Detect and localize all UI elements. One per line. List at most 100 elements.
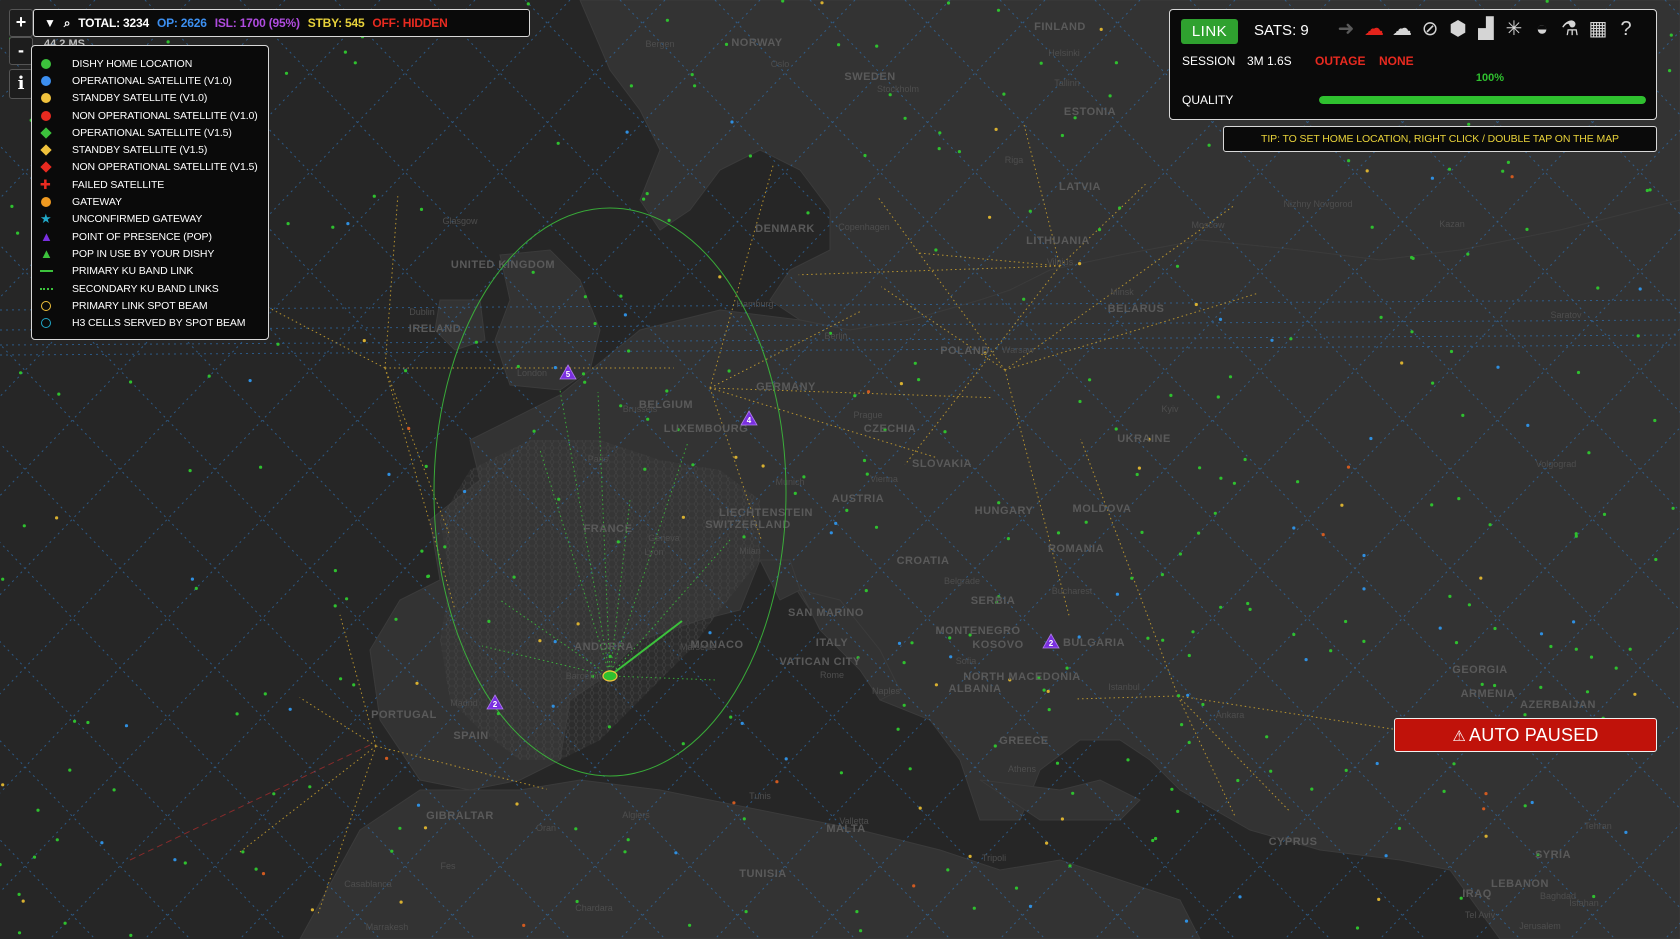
satellite-dot xyxy=(793,491,797,495)
satellite-dot xyxy=(310,908,314,912)
satellite-dot xyxy=(1238,895,1242,899)
satellite-dot xyxy=(407,426,411,431)
city-label: Volgograd xyxy=(1536,459,1577,469)
satellite-dot xyxy=(1219,476,1223,480)
satellite-dot xyxy=(619,294,623,298)
search-icon[interactable]: ⌕ xyxy=(64,16,71,31)
satellite-dot xyxy=(1430,503,1434,507)
grid-icon[interactable]: ▦ xyxy=(1586,16,1610,42)
satellite-dot xyxy=(1,783,5,787)
satellite-dot xyxy=(1449,349,1454,354)
city-label: Kyiv xyxy=(1161,404,1179,414)
satellite-dot xyxy=(1482,807,1486,811)
dotted-line-legend-icon xyxy=(40,283,54,295)
flask-icon[interactable]: ⚗ xyxy=(1558,16,1582,42)
country-label: HUNGARY xyxy=(975,505,1034,517)
satellite-dot xyxy=(616,540,620,544)
satellite-dot xyxy=(1045,841,1049,845)
isl-count[interactable]: ISL: 1700 (95%) xyxy=(215,16,300,30)
satellite-dot xyxy=(415,681,419,685)
country-label: MOLDOVA xyxy=(1073,503,1132,515)
status-panel: LINK SATS: 9 ➜ ☁ ☁ ⊘ ⬢ ▟ ✳ ◒ ⚗ ▦? SESSION 3M 1.6S… xyxy=(1169,9,1657,120)
quality-label: QUALITY xyxy=(1182,93,1234,107)
satellite-dot xyxy=(1028,209,1032,213)
country-label: ARMENIA xyxy=(1461,688,1516,700)
country-label: SYRIA xyxy=(1535,849,1571,861)
satellite-dot xyxy=(1115,592,1119,596)
satellite-dot xyxy=(390,849,394,853)
satellite-dot xyxy=(532,429,536,433)
gauge-icon[interactable]: ◒ xyxy=(1530,16,1554,42)
operational-count[interactable]: OP: 2626 xyxy=(157,16,207,30)
country-label: SWITZERLAND xyxy=(705,519,791,531)
satellite-dot xyxy=(1292,526,1296,530)
pop-count: 2 xyxy=(1049,639,1054,648)
satellite-dot xyxy=(1375,761,1379,766)
satellite-dot xyxy=(1180,723,1184,727)
dot-legend-icon xyxy=(40,110,54,122)
satellite-dish-icon[interactable]: ⊘ xyxy=(1418,16,1442,42)
city-label: Helsinki xyxy=(1048,48,1080,58)
legend-item: STANDBY SATELLITE (V1.5) xyxy=(32,141,268,158)
satellite-dot xyxy=(875,44,879,48)
satellite-dot xyxy=(994,127,998,131)
spiderweb-icon[interactable]: ✳ xyxy=(1502,16,1526,42)
satellite-dot xyxy=(957,150,962,154)
help-icon[interactable]: ? xyxy=(1614,16,1638,42)
satellite-dot xyxy=(1078,262,1082,266)
ring-legend-icon xyxy=(40,317,54,329)
pop-count: 2 xyxy=(493,700,498,709)
city-label: Vilnius xyxy=(1047,257,1074,267)
satellite-dot xyxy=(522,923,526,928)
satellite-dot xyxy=(732,801,736,805)
satellite-dot xyxy=(1006,537,1011,541)
legend-item: NON OPERATIONAL SATELLITE (V1.0) xyxy=(32,107,268,124)
satellite-dot xyxy=(665,18,670,22)
city-label: Naples xyxy=(872,686,901,696)
city-label: Warsaw xyxy=(1002,345,1035,355)
dot-legend-icon xyxy=(40,92,54,104)
satellite-dot xyxy=(399,900,403,904)
satellite-dot xyxy=(254,867,258,871)
satellite-dot xyxy=(1042,688,1046,692)
filter-bar[interactable]: ▼ ⌕ TOTAL: 3234 OP: 2626 ISL: 1700 (95%)… xyxy=(33,9,530,37)
off-count[interactable]: OFF: HIDDEN xyxy=(372,16,447,30)
signal-bars-icon[interactable]: ▟ xyxy=(1474,16,1498,42)
country-label: IRELAND xyxy=(409,323,461,335)
city-label: Rome xyxy=(820,670,844,680)
city-label: Munich xyxy=(775,477,804,487)
auto-paused-button[interactable]: ⚠ AUTO PAUSED xyxy=(1394,718,1657,752)
storm-cloud-icon[interactable]: ☁ xyxy=(1362,16,1386,42)
satellite-dot xyxy=(1355,926,1360,930)
satellite-dot xyxy=(934,248,938,252)
filter-icon[interactable]: ▼ xyxy=(44,16,56,30)
satellite-dot xyxy=(1154,836,1158,841)
satellite-dot xyxy=(129,380,133,384)
satellite-dot xyxy=(1362,587,1366,591)
outage-label: OUTAGE xyxy=(1315,54,1366,68)
satellite-dot xyxy=(1442,789,1446,794)
satellite-dot xyxy=(918,806,922,810)
rain-cloud-icon[interactable]: ☁ xyxy=(1390,16,1414,42)
satellite-dot xyxy=(718,275,722,279)
satellite-dot xyxy=(10,204,14,208)
satellite-dot xyxy=(1653,418,1657,423)
satellite-dot xyxy=(730,120,734,124)
satellite-dot xyxy=(556,141,560,145)
satellite-dot xyxy=(1175,264,1180,268)
standby-count[interactable]: STBY: 545 xyxy=(308,16,365,30)
info-button[interactable]: i xyxy=(9,69,33,99)
satellite-dot xyxy=(1602,512,1607,517)
exit-icon[interactable]: ➜ xyxy=(1334,16,1358,42)
satellite-dot xyxy=(690,73,694,77)
satellite-dot xyxy=(1097,228,1102,232)
satellite-dot xyxy=(1151,838,1155,843)
city-label: Barcelona xyxy=(566,671,607,681)
zoom-in-button[interactable]: + xyxy=(9,9,33,37)
hexagon-icon[interactable]: ⬢ xyxy=(1446,16,1470,42)
satellite-dot xyxy=(1596,286,1600,290)
satellite-dot xyxy=(1466,252,1470,256)
city-label: Belgrade xyxy=(944,576,980,586)
zoom-out-button[interactable]: - xyxy=(9,37,33,65)
satellite-dot xyxy=(515,802,519,806)
